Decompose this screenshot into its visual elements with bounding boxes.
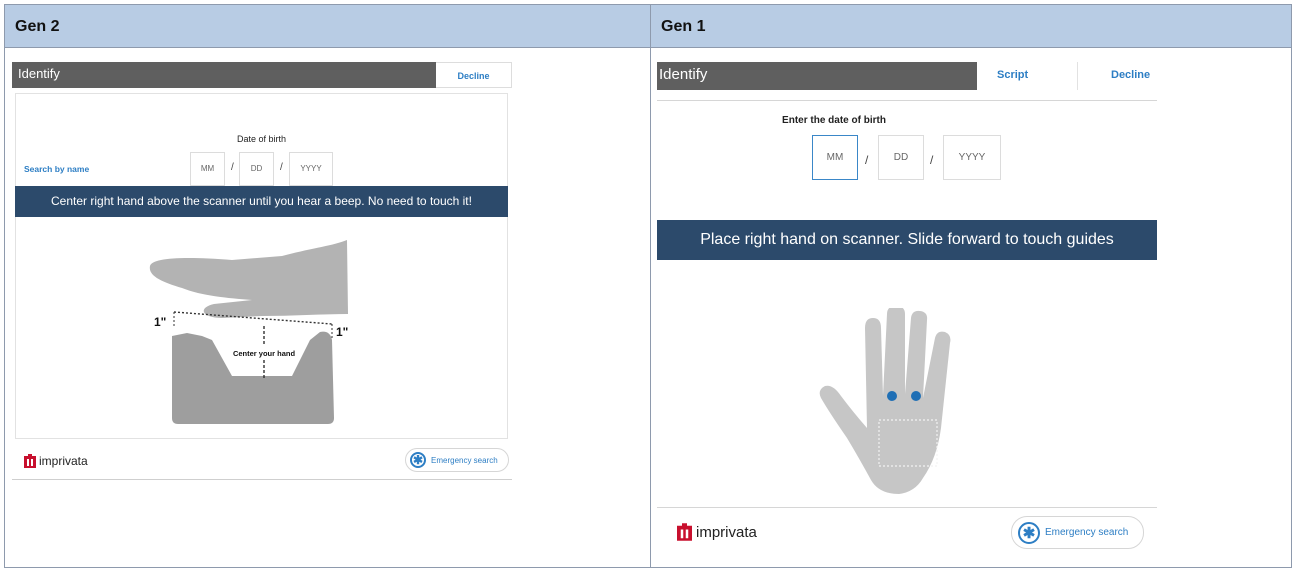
date-separator: /	[231, 162, 234, 173]
date-separator: /	[280, 162, 283, 173]
script-button[interactable]: Script	[997, 69, 1028, 81]
hand-palm-shape	[819, 308, 951, 494]
date-separator: /	[930, 153, 934, 167]
guide-dot-right	[911, 391, 921, 401]
instruction-banner: Place right hand on scanner. Slide forwa…	[657, 220, 1157, 260]
emergency-search-label: Emergency search	[431, 455, 498, 465]
dob-month-field[interactable]: MM	[812, 135, 858, 180]
imprivata-logo-icon	[24, 454, 36, 468]
column-divider	[650, 5, 651, 567]
imprivata-logo: imprivata	[24, 454, 88, 468]
imprivata-logo: imprivata	[677, 523, 757, 541]
decline-button[interactable]: Decline	[436, 62, 512, 88]
asterisk-icon: ✱	[1018, 521, 1040, 544]
imprivata-logo-icon	[677, 523, 692, 541]
logo-text: imprivata	[39, 454, 88, 468]
gen1-screen: Identify Script Decline Enter the date o…	[657, 62, 1157, 562]
asterisk-icon: ✱	[410, 452, 426, 468]
date-separator: /	[865, 153, 869, 167]
gen2-screen: Identify Decline Date of birth MM / DD /…	[12, 62, 512, 482]
header-divider	[657, 100, 1157, 101]
dob-year-field[interactable]: YYYY	[943, 135, 1001, 180]
hand-side-shape	[149, 240, 348, 318]
emergency-search-button[interactable]: ✱ Emergency search	[1011, 516, 1144, 549]
emergency-search-label: Emergency search	[1045, 527, 1129, 538]
logo-text: imprivata	[696, 523, 757, 541]
dob-label: Enter the date of birth	[782, 115, 886, 126]
column-title-gen1: Gen 1	[661, 18, 706, 35]
scanner-illustration: 1" 1" Center your hand	[149, 240, 348, 424]
emergency-search-button[interactable]: ✱ Emergency search	[405, 448, 509, 472]
center-hand-label: Center your hand	[233, 349, 296, 358]
dob-day-field[interactable]: DD	[878, 135, 924, 180]
left-measure-label: 1"	[154, 315, 166, 329]
dob-label: Date of birth	[236, 134, 287, 144]
right-measure-label: 1"	[336, 325, 348, 339]
page-title: Identify	[659, 66, 708, 83]
dob-day-field[interactable]: DD	[239, 152, 274, 186]
decline-button[interactable]: Decline	[1111, 69, 1150, 81]
table-header-row: Gen 2 Gen 1	[5, 5, 1291, 48]
scanner-base-shape	[172, 331, 334, 424]
title-bar: Identify	[12, 62, 436, 88]
title-bar: Identify	[657, 62, 977, 90]
page-title: Identify	[18, 66, 60, 81]
header-separator	[1077, 62, 1078, 90]
guide-dot-left	[887, 391, 897, 401]
search-by-name-link[interactable]: Search by name	[24, 164, 89, 174]
column-title-gen2: Gen 2	[15, 18, 60, 35]
hand-illustration	[819, 308, 951, 494]
footer-divider	[12, 479, 512, 480]
dob-month-field[interactable]: MM	[190, 152, 225, 186]
dob-year-field[interactable]: YYYY	[289, 152, 333, 186]
footer-divider	[657, 507, 1157, 508]
instruction-banner: Center right hand above the scanner unti…	[15, 186, 508, 217]
